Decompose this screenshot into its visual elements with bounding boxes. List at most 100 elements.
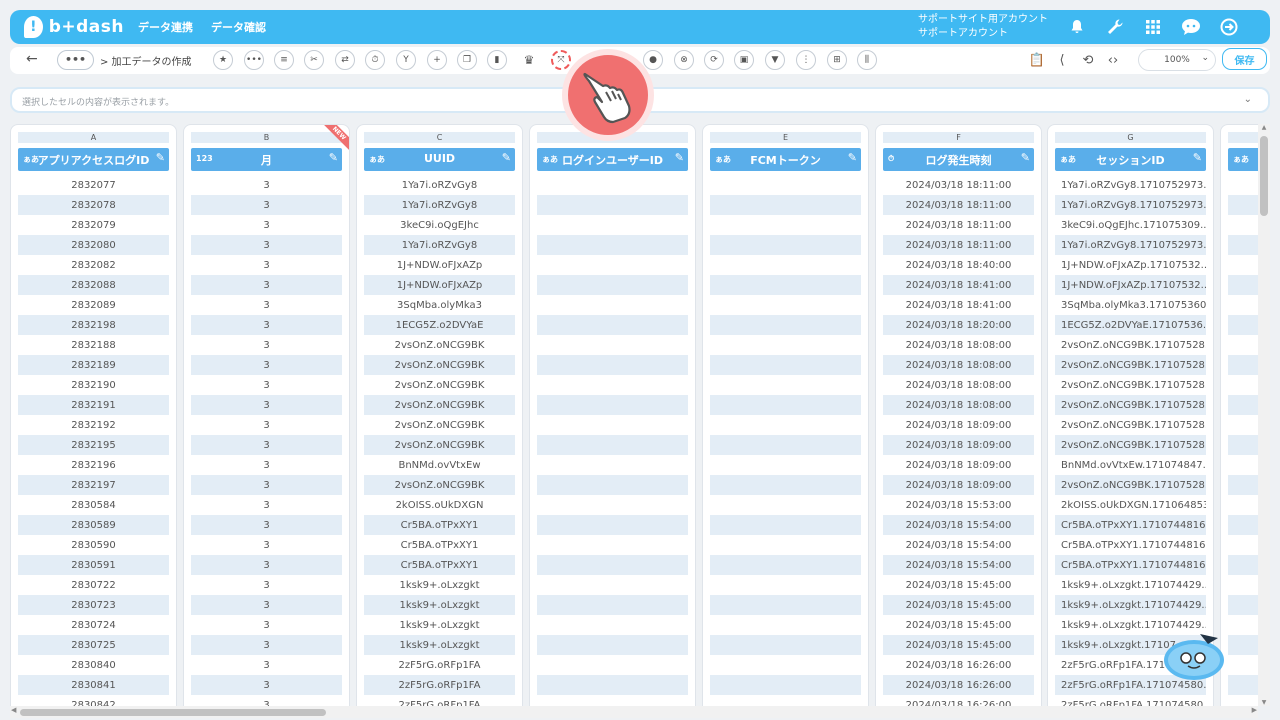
edit-pencil-icon[interactable]: ✎ bbox=[675, 151, 684, 164]
table-cell[interactable] bbox=[1228, 495, 1260, 515]
crown-icon[interactable]: ♛ bbox=[519, 50, 539, 70]
table-cell[interactable]: 2vsOnZ.oNCG9BK bbox=[364, 475, 515, 495]
table-cell[interactable]: 2024/03/18 15:54:00 bbox=[883, 515, 1034, 535]
table-cell[interactable] bbox=[537, 355, 688, 375]
table-cell[interactable] bbox=[1228, 355, 1260, 375]
table-cell[interactable]: 3 bbox=[191, 435, 342, 455]
table-cell[interactable] bbox=[537, 175, 688, 195]
table-cell[interactable]: 3SqMba.olyMka3.171075360... bbox=[1055, 295, 1206, 315]
table-cell[interactable]: 2832190 bbox=[18, 375, 169, 395]
table-cell[interactable]: 1J+NDW.oFJxAZp bbox=[364, 255, 515, 275]
table-cell[interactable] bbox=[1228, 395, 1260, 415]
table-cell[interactable]: 2024/03/18 15:45:00 bbox=[883, 595, 1034, 615]
table-cell[interactable]: 2024/03/18 18:09:00 bbox=[883, 435, 1034, 455]
table-cell[interactable]: 2vsOnZ.oNCG9BK.17107528... bbox=[1055, 475, 1206, 495]
chevron-down-icon[interactable]: ⌄ bbox=[1244, 94, 1252, 105]
table-cell[interactable]: 2024/03/18 16:26:00 bbox=[883, 675, 1034, 695]
table-cell[interactable]: 2024/03/18 18:09:00 bbox=[883, 475, 1034, 495]
table-cell[interactable] bbox=[537, 675, 688, 695]
table-cell[interactable]: 2830722 bbox=[18, 575, 169, 595]
table-cell[interactable] bbox=[710, 475, 861, 495]
horizontal-scrollbar[interactable]: ◀ ▶ bbox=[10, 706, 1258, 718]
code-icon[interactable]: ‹› bbox=[1103, 50, 1123, 70]
table-cell[interactable] bbox=[537, 455, 688, 475]
table-cell[interactable]: 2024/03/18 15:45:00 bbox=[883, 575, 1034, 595]
table-cell[interactable] bbox=[710, 175, 861, 195]
nav-data-check[interactable]: データ確認 bbox=[211, 19, 266, 35]
table-cell[interactable]: 3 bbox=[191, 395, 342, 415]
copy-icon[interactable]: ❐ bbox=[457, 50, 477, 70]
table-cell[interactable] bbox=[710, 215, 861, 235]
list-tool-icon[interactable]: ≡ bbox=[274, 50, 294, 70]
sync-icon[interactable]: ⟳ bbox=[704, 50, 724, 70]
table-cell[interactable] bbox=[1228, 295, 1260, 315]
table-cell[interactable]: 3 bbox=[191, 575, 342, 595]
table-cell[interactable]: 3 bbox=[191, 415, 342, 435]
table-cell[interactable] bbox=[1228, 615, 1260, 635]
table-cell[interactable]: 1Ya7i.oRZvGy8.1710752973... bbox=[1055, 235, 1206, 255]
table-cell[interactable]: 3 bbox=[191, 215, 342, 235]
table-cell[interactable]: 2vsOnZ.oNCG9BK bbox=[364, 415, 515, 435]
table-cell[interactable] bbox=[710, 635, 861, 655]
split-icon[interactable]: ⋮ bbox=[796, 50, 816, 70]
table-cell[interactable] bbox=[537, 395, 688, 415]
table-cell[interactable]: 2830723 bbox=[18, 595, 169, 615]
logout-icon[interactable] bbox=[1210, 10, 1248, 44]
table-cell[interactable] bbox=[537, 655, 688, 675]
table-cell[interactable]: 3 bbox=[191, 515, 342, 535]
table-cell[interactable] bbox=[710, 195, 861, 215]
table-cell[interactable] bbox=[1228, 175, 1260, 195]
timer-icon[interactable]: ⏱ bbox=[365, 50, 385, 70]
column-header[interactable]: ぁあ FCMトークン ✎ bbox=[710, 148, 861, 171]
table-cell[interactable]: 2024/03/18 18:11:00 bbox=[883, 175, 1034, 195]
table-cell[interactable] bbox=[1228, 535, 1260, 555]
table-cell[interactable] bbox=[1228, 555, 1260, 575]
table-cell[interactable]: 2vsOnZ.oNCG9BK.17107528... bbox=[1055, 355, 1206, 375]
table-cell[interactable]: 2024/03/18 16:26:00 bbox=[883, 695, 1034, 707]
table-cell[interactable]: 2024/03/18 18:09:00 bbox=[883, 455, 1034, 475]
add-icon[interactable]: + bbox=[427, 50, 447, 70]
expand-icon[interactable]: ⤧ bbox=[551, 50, 571, 70]
refresh-doc-icon[interactable]: ⟲ bbox=[1078, 50, 1098, 70]
scroll-up-arrow-icon[interactable]: ▲ bbox=[1258, 124, 1270, 131]
table-cell[interactable] bbox=[1228, 415, 1260, 435]
table-cell[interactable] bbox=[537, 515, 688, 535]
table-cell[interactable]: 2832080 bbox=[18, 235, 169, 255]
table-cell[interactable]: 1ECG5Z.o2DVYaE bbox=[364, 315, 515, 335]
scroll-left-arrow-icon[interactable]: ◀ bbox=[11, 706, 16, 714]
branch-icon[interactable]: Y bbox=[396, 50, 416, 70]
column-header[interactable]: ぁあ ログインユーザーID ✎ bbox=[537, 148, 688, 171]
table-cell[interactable]: 3 bbox=[191, 695, 342, 707]
table-cell[interactable]: 1ECG5Z.o2DVYaE.17107536... bbox=[1055, 315, 1206, 335]
table-icon[interactable]: ⊞ bbox=[827, 50, 847, 70]
table-cell[interactable]: 3 bbox=[191, 615, 342, 635]
table-cell[interactable]: 2024/03/18 18:09:00 bbox=[883, 415, 1034, 435]
table-cell[interactable] bbox=[1228, 675, 1260, 695]
column-letter[interactable]: C bbox=[364, 132, 515, 143]
table-cell[interactable]: 2024/03/18 16:26:00 bbox=[883, 655, 1034, 675]
table-cell[interactable] bbox=[1228, 475, 1260, 495]
table-cell[interactable]: 2kOISS.oUkDXGN bbox=[364, 495, 515, 515]
table-cell[interactable]: 3keC9i.oQgEJhc.171075309... bbox=[1055, 215, 1206, 235]
table-cell[interactable]: BnNMd.ovVtxEw.171074847... bbox=[1055, 455, 1206, 475]
column-letter[interactable]: G bbox=[1055, 132, 1206, 143]
table-cell[interactable]: 2024/03/18 18:41:00 bbox=[883, 295, 1034, 315]
table-cell[interactable]: 3 bbox=[191, 655, 342, 675]
grid-icon[interactable] bbox=[1134, 10, 1172, 44]
table-cell[interactable]: 2832077 bbox=[18, 175, 169, 195]
table-cell[interactable]: 3 bbox=[191, 295, 342, 315]
table-cell[interactable]: 3 bbox=[191, 255, 342, 275]
table-cell[interactable]: 3 bbox=[191, 315, 342, 335]
table-cell[interactable] bbox=[710, 615, 861, 635]
table-cell[interactable]: 3 bbox=[191, 355, 342, 375]
share-icon[interactable]: ⟨ bbox=[1052, 50, 1072, 70]
table-cell[interactable]: 1Ya7i.oRZvGy8 bbox=[364, 175, 515, 195]
table-cell[interactable] bbox=[537, 475, 688, 495]
table-cell[interactable] bbox=[537, 315, 688, 335]
edit-pencil-icon[interactable]: ✎ bbox=[848, 151, 857, 164]
table-cell[interactable] bbox=[1228, 215, 1260, 235]
edit-pencil-icon[interactable]: ✎ bbox=[1193, 151, 1202, 164]
columns-icon[interactable]: ⫼ bbox=[857, 50, 877, 70]
table-cell[interactable] bbox=[1228, 575, 1260, 595]
table-cell[interactable]: 2830591 bbox=[18, 555, 169, 575]
